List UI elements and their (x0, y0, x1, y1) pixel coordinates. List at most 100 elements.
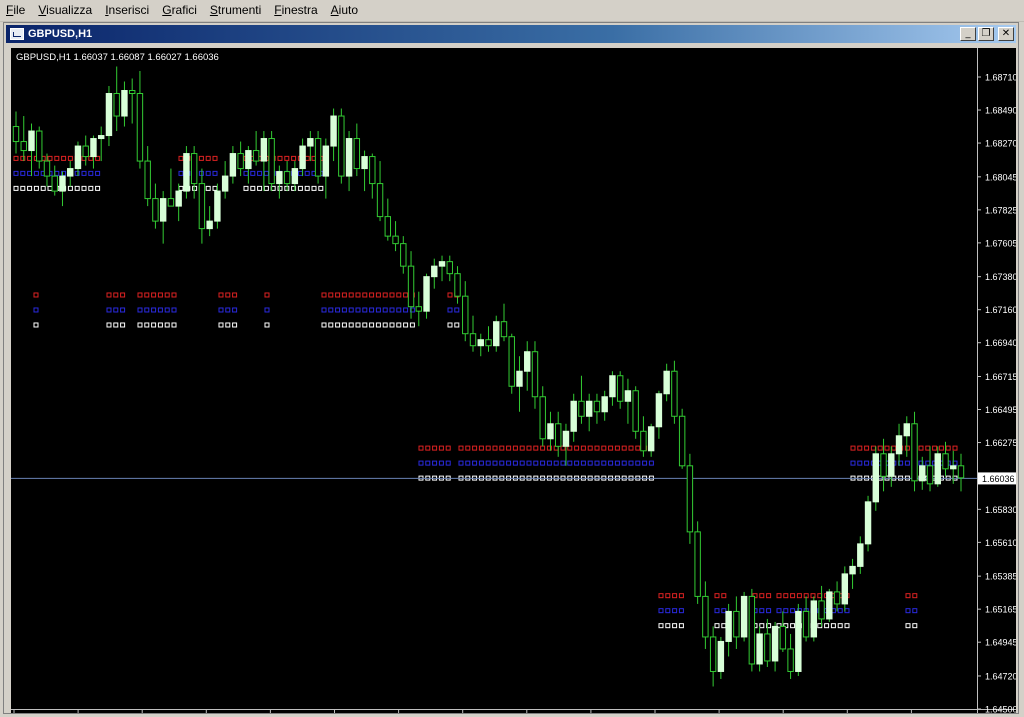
bull-candle (888, 453, 895, 477)
level-box-marker (74, 185, 80, 191)
level-box-marker (88, 170, 94, 176)
level-box-marker (171, 322, 177, 328)
level-box-marker (33, 185, 39, 191)
bear-candle (593, 400, 601, 413)
level-box-marker (382, 322, 388, 328)
level-box-marker (375, 292, 381, 298)
bear-candle (384, 216, 392, 237)
bull-candle (895, 435, 903, 455)
level-box-marker (790, 593, 796, 599)
level-box-marker (355, 307, 361, 313)
level-box-marker (783, 593, 789, 599)
level-box-marker (375, 307, 381, 313)
level-box-marker (553, 460, 559, 466)
menu-strumenti[interactable]: Strumenti (204, 0, 268, 21)
level-box-marker (151, 307, 157, 313)
level-box-marker (396, 307, 402, 313)
level-box-marker (243, 185, 249, 191)
restore-icon[interactable]: ❐ (978, 27, 994, 41)
level-box-marker (106, 292, 112, 298)
y-tick-label: 1.66940 (985, 338, 1016, 348)
level-box-marker (348, 307, 354, 313)
bull-candle (872, 453, 880, 503)
level-box-marker (925, 460, 931, 466)
bear-candle (167, 198, 175, 207)
level-box-marker (665, 623, 671, 629)
level-box-marker (348, 322, 354, 328)
level-box-marker (485, 445, 491, 451)
level-box-marker (884, 445, 890, 451)
bull-candle (919, 465, 926, 482)
level-box-marker (425, 460, 431, 466)
level-box-marker (608, 460, 614, 466)
y-tick-label: 1.65610 (985, 538, 1016, 548)
menu-finestra[interactable]: Finestra (268, 0, 324, 21)
candlestick-chart[interactable]: GBPUSD,H1 1.66037 1.66087 1.66027 1.6603… (11, 48, 1016, 713)
level-box-marker (560, 460, 566, 466)
bear-candle (190, 153, 198, 185)
level-box-marker (157, 322, 163, 328)
level-box-marker (904, 445, 910, 451)
bull-candle (345, 138, 353, 177)
y-tick-label: 1.67605 (985, 238, 1016, 248)
menu-file[interactable]: File (0, 0, 32, 21)
close-icon[interactable]: ✕ (998, 27, 1014, 41)
level-box-marker (61, 155, 67, 161)
bear-candle (376, 183, 384, 218)
minimize-icon[interactable]: _ (960, 27, 976, 41)
level-box-marker (925, 445, 931, 451)
bear-candle (36, 130, 43, 162)
menu-inserisci[interactable]: Inserisci (99, 0, 156, 21)
level-box-marker (40, 185, 46, 191)
bear-candle (369, 156, 376, 185)
menu-grafici[interactable]: Grafici (156, 0, 204, 21)
bear-candle (616, 375, 624, 402)
level-box-marker (665, 608, 671, 614)
level-box-marker (458, 460, 464, 466)
level-box-marker (945, 445, 951, 451)
menu-aiuto[interactable]: Aiuto (325, 0, 365, 21)
bear-candle (942, 453, 949, 470)
level-box-marker (33, 322, 39, 328)
chart-canvas[interactable]: GBPUSD,H1 1.66037 1.66087 1.66027 1.6603… (11, 48, 1016, 713)
menu-visualizza[interactable]: Visualizza (32, 0, 99, 21)
level-box-marker (533, 445, 539, 451)
y-tick-label: 1.65830 (985, 505, 1016, 515)
level-box-marker (533, 460, 539, 466)
bear-candle (198, 183, 206, 230)
bear-candle (787, 648, 794, 672)
bear-candle (531, 351, 539, 398)
bull-candle (740, 595, 748, 638)
level-box-marker (912, 608, 918, 614)
bull-candle (725, 610, 732, 642)
level-box-marker (369, 322, 375, 328)
bear-candle (237, 153, 244, 170)
bull-candle (159, 198, 167, 222)
level-box-marker (389, 307, 395, 313)
level-box-marker (877, 445, 883, 451)
level-box-marker (580, 445, 586, 451)
level-box-marker (33, 307, 39, 313)
level-box-marker (837, 608, 843, 614)
level-box-marker (178, 170, 184, 176)
level-box-marker (341, 307, 347, 313)
level-box-marker (432, 460, 438, 466)
bear-candle (353, 138, 361, 170)
bear-candle (454, 273, 461, 297)
window-titlebar[interactable]: GBPUSD,H1 _ ❐ ✕ (6, 25, 1016, 43)
level-box-marker (113, 307, 119, 313)
level-box-marker (88, 185, 94, 191)
bear-candle (640, 430, 647, 452)
level-box-marker (912, 593, 918, 599)
y-tick-label: 1.68490 (985, 106, 1016, 116)
level-box-marker (277, 185, 283, 191)
level-box-marker (284, 155, 290, 161)
bull-candle (260, 138, 268, 162)
level-box-marker (362, 307, 368, 313)
level-box-marker (721, 593, 727, 599)
level-box-marker (830, 623, 836, 629)
level-box-marker (403, 322, 409, 328)
bull-candle (624, 390, 632, 402)
level-box-marker (321, 307, 327, 313)
level-box-marker (362, 322, 368, 328)
